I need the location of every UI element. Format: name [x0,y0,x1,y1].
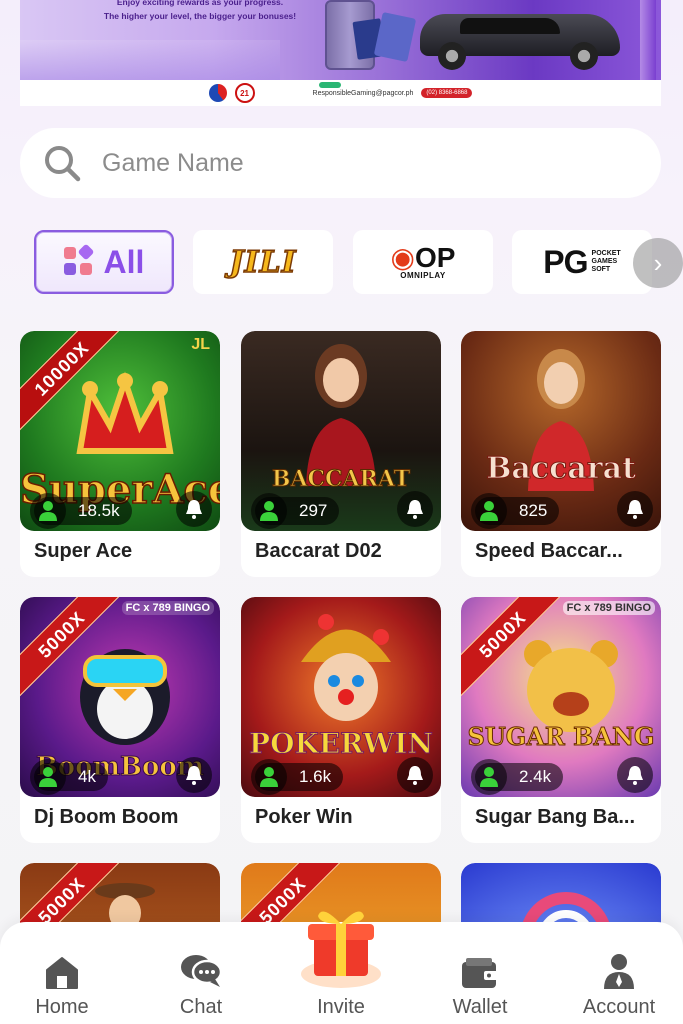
wallet-icon [462,958,498,988]
player-count-value: 18.5k [78,501,120,520]
game-thumbnail: Baccarat 825 [461,331,661,531]
chevron-right-icon[interactable]: › [633,238,683,288]
banner-line-2: The higher your level, the bigger your b… [103,11,297,21]
game-title: Poker Win [255,806,353,828]
bell-icon[interactable] [397,491,433,527]
user-icon [30,493,66,529]
nav-wallet[interactable]: Wallet [425,950,535,1019]
search-icon [45,146,81,182]
player-count-value: 4k [78,767,96,786]
brand-tag: FC x 789 BINGO [562,601,655,615]
player-count: 825 [471,493,560,529]
chat-icon [181,955,223,987]
clown-art [301,614,391,721]
game-thumbnail: 5000X FC x 789 BINGO SUGAR BANG 2.4k [461,597,661,797]
search-bar[interactable] [20,128,661,198]
game-art-title: POKERWIN [249,727,434,761]
hotline-badge: (02) 8368-6868 [421,88,473,98]
banner-text: Enjoy exciting rewards as your progress.… [80,0,320,23]
game-art-title: Baccarat [486,451,637,487]
player-count-value: 1.6k [299,767,332,786]
car-image [420,4,620,70]
nav-invite[interactable]: Invite [286,950,396,1019]
game-art-title: SUGAR BANG [467,722,655,751]
promo-banner[interactable]: Enjoy exciting rewards as your progress.… [20,0,661,106]
search-input[interactable] [102,148,602,178]
grid-apps-icon [63,243,95,277]
user-icon [471,759,507,795]
ticket-image [373,11,417,63]
game-title: Super Ace [34,540,133,562]
provider-filter-bar: All JILI ◉OP OMNIPLAY PG POCKET GAMES SO… [0,230,683,296]
nav-home[interactable]: Home [7,950,117,1019]
age-limit-logo: 21 [234,83,255,103]
penguin-dj-art [80,649,170,745]
game-title: Speed Baccar... [475,540,623,562]
user-icon [471,493,507,529]
jili-logo: JILI [229,244,297,281]
nav-wallet-label: Wallet [452,996,508,1018]
game-card[interactable]: 5000X FC x 789 BINGO SUGAR BANG 2.4k Sug… [461,597,661,843]
user-icon [251,759,287,795]
nav-account-label: Account [582,996,656,1018]
bell-icon[interactable] [617,491,653,527]
game-thumbnail: 5000X FC x 789 BINGO BoomBoom 4k [20,597,220,797]
game-title: Baccarat D02 [255,540,382,562]
game-thumbnail: POKERWIN 1.6k [241,597,441,797]
nav-invite-label: Invite [317,996,365,1018]
user-icon [251,493,287,529]
provider-tab-jili[interactable]: JILI [193,230,333,294]
nav-account[interactable]: Account [564,950,674,1019]
provider-tab-omniplay[interactable]: ◉OP OMNIPLAY [353,230,493,294]
banner-pillar [640,0,656,80]
pg-logo: PG [543,243,588,280]
home-icon [46,957,78,989]
game-card[interactable]: POKERWIN 1.6k Poker Win [241,597,441,843]
provider-tab-all[interactable]: All [34,230,174,294]
jester-crown-art [76,371,174,454]
game-art-title: BACCARAT [271,466,411,493]
bell-icon[interactable] [397,757,433,793]
cowgirl-art [95,883,155,927]
account-icon [604,954,634,989]
game-card[interactable]: BACCARAT 297 Baccarat D02 [241,331,441,577]
player-count-value: 2.4k [519,767,552,786]
player-count: 18.5k [30,493,132,529]
nav-home-label: Home [35,996,89,1018]
player-count: 1.6k [251,759,344,795]
bottom-navigation: Home Chat Invite Wallet Account [0,911,683,1024]
player-count: 4k [30,759,108,795]
bell-icon[interactable] [617,757,653,793]
game-title: Dj Boom Boom [34,806,179,828]
game-title: Sugar Bang Ba... [475,806,636,828]
provider-tab-pg-soft[interactable]: PG POCKET GAMES SOFT [512,230,652,294]
brand-tag: FC x 789 BINGO [121,601,214,615]
brand-tag: JL [191,336,210,353]
user-icon [30,759,66,795]
player-count-value: 297 [299,501,328,520]
pg-logo-text: POCKET GAMES SOFT [591,250,621,273]
game-card[interactable]: 10000X JL SuperAce 18.5k Super Ace [20,331,220,577]
game-thumbnail: 10000X JL SuperAce 18.5k [20,331,220,531]
banner-artwork: Enjoy exciting rewards as your progress.… [20,0,661,80]
player-count: 297 [251,493,340,529]
game-card[interactable]: 5000X FC x 789 BINGO BoomBoom 4k Dj Boom… [20,597,220,843]
bell-icon[interactable] [176,757,212,793]
provider-tab-all-label: All [103,243,145,280]
player-count: 2.4k [471,759,564,795]
nav-chat-label: Chat [179,996,223,1018]
dealer-image [306,344,376,486]
banner-footer: 21 ResponsibleGaming@pagcor.ph (02) 8368… [20,80,661,106]
player-count-value: 825 [519,501,548,520]
nav-chat[interactable]: Chat [146,950,256,1019]
pagcor-logo-icon [208,84,227,102]
responsible-gaming-email: ResponsibleGaming@pagcor.ph [313,81,413,97]
game-card[interactable]: Baccarat 825 Speed Baccar... [461,331,661,577]
game-thumbnail: BACCARAT 297 [241,331,441,531]
banner-line-1: Enjoy exciting rewards as your progress. [116,0,284,7]
bell-icon[interactable] [176,491,212,527]
omniplay-logo: ◉OP [390,241,456,273]
omniplay-logo-text: OMNIPLAY [400,270,446,280]
